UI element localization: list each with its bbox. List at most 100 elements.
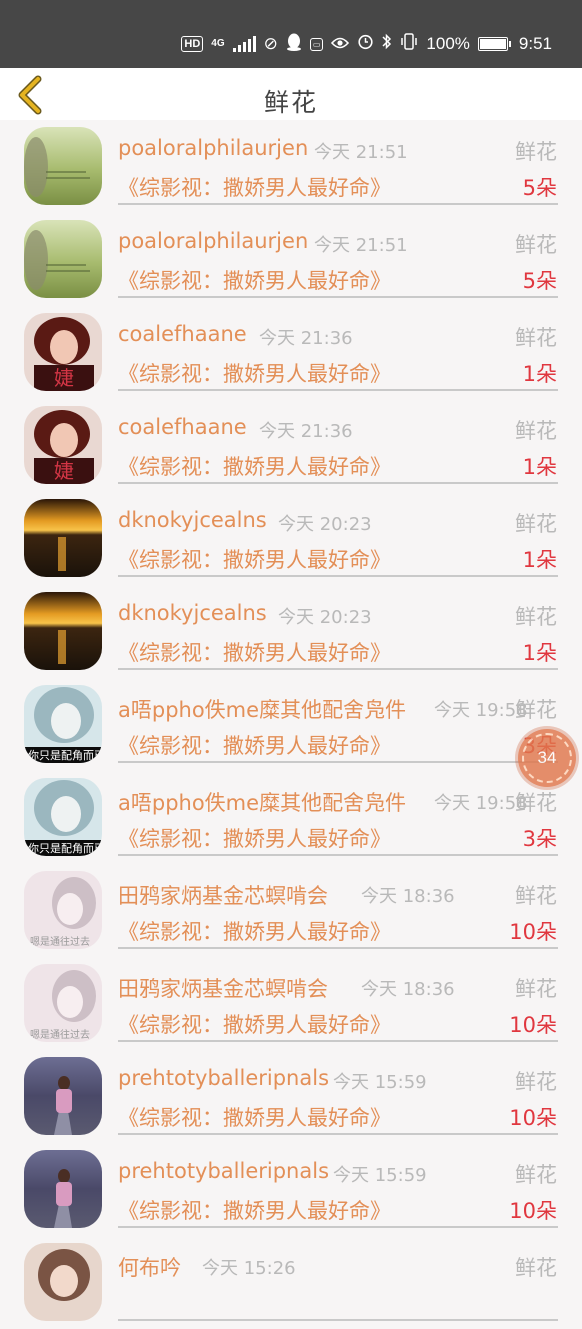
user-name[interactable]: 田鸦家炳基金芯螟啃会: [118, 880, 328, 910]
user-name[interactable]: prehtotyballeripnals: [118, 1159, 329, 1183]
svg-text:嗯是通往过去: 嗯是通往过去: [30, 1028, 90, 1041]
book-title[interactable]: 《综影视：撒娇男人最好命》: [118, 451, 391, 481]
row-divider: [118, 1319, 558, 1321]
gift-record-row[interactable]: 何布吟 今天 15:26 鲜花: [0, 1236, 582, 1329]
svg-text:婕: 婕: [54, 459, 74, 483]
gift-record-row[interactable]: 嗯是通往过去 田鸦家炳基金芯螟啃会 今天 18:36 鲜花 《综影视：撒娇男人最好命》 1…: [0, 864, 582, 957]
flower-count: 10朵: [509, 1106, 557, 1130]
gift-time: 今天 19:58: [434, 793, 528, 814]
status-bar: HD 4G ⊘ ▭ 100% 9:51: [0, 0, 582, 68]
flower-count: 5朵: [522, 176, 557, 200]
gift-type-label: 鲜花: [515, 698, 557, 722]
alarm-icon: [357, 33, 374, 55]
gift-type-label: 鲜花: [515, 791, 557, 815]
book-title[interactable]: 《综影视：撒娇男人最好命》: [118, 172, 391, 202]
book-title[interactable]: 《综影视：撒娇男人最好命》: [118, 1009, 391, 1039]
svg-text:你只是配角而已: 你只是配角而已: [28, 749, 102, 762]
row-divider: [118, 296, 558, 298]
book-title[interactable]: 《综影视：撒娇男人最好命》: [118, 1195, 391, 1225]
user-name[interactable]: a唔ppho佚me糜其他配舍凫件: [118, 694, 406, 724]
gift-record-row[interactable]: prehtotyballeripnals 今天 15:59 鲜花 《综影视：撒娇男人最…: [0, 1143, 582, 1236]
gift-record-row[interactable]: 婕 coalefhaane 今天 21:36 鲜花 《综影视：撒娇男人最好命》 1朵: [0, 306, 582, 399]
book-title[interactable]: 《综影视：撒娇男人最好命》: [118, 823, 391, 853]
flower-count: 10朵: [509, 920, 557, 944]
flower-count: 10朵: [509, 1199, 557, 1223]
svg-text:嗯是通往过去: 嗯是通往过去: [30, 935, 90, 948]
user-name[interactable]: dknokyjcealns: [118, 508, 267, 532]
user-avatar[interactable]: 婕: [24, 406, 102, 484]
network-type-label: 4G: [211, 38, 225, 49]
user-avatar[interactable]: 婕: [24, 313, 102, 391]
book-title[interactable]: 《综影视：撒娇男人最好命》: [118, 265, 391, 295]
status-icons: HD 4G ⊘ ▭ 100% 9:51: [181, 32, 552, 56]
row-divider: [118, 575, 558, 577]
book-title[interactable]: 《综影视：撒娇男人最好命》: [118, 916, 391, 946]
svg-text:婕: 婕: [54, 366, 74, 390]
qq-icon: [286, 33, 302, 56]
user-name[interactable]: a唔ppho佚me糜其他配舍凫件: [118, 787, 406, 817]
user-avatar[interactable]: 嗯是通往过去: [24, 964, 102, 1042]
user-name[interactable]: poaloralphilaurjen: [118, 136, 308, 160]
book-title[interactable]: 《综影视：撒娇男人最好命》: [118, 358, 391, 388]
gift-record-row[interactable]: prehtotyballeripnals 今天 15:59 鲜花《综影视：撒娇男人最…: [0, 1050, 582, 1143]
user-avatar[interactable]: [24, 1057, 102, 1135]
row-divider: [118, 854, 558, 856]
gift-record-row[interactable]: dknokyjcealns 今天 20:23 鲜花 《综影视：撒娇男人最好命》 1朵: [0, 492, 582, 585]
battery-icon: [477, 37, 511, 51]
gift-time: 今天 20:23: [278, 607, 372, 628]
clock: 9:51: [518, 34, 552, 53]
user-avatar[interactable]: 你只是配角而已: [24, 778, 102, 856]
gift-record-row[interactable]: poaloralphilaurjen 今天 21:51 鲜花 《综影视：撒娇男人最好命…: [0, 213, 582, 306]
flower-count: 1朵: [522, 641, 557, 665]
user-avatar[interactable]: [24, 592, 102, 670]
gift-time: 今天 21:51: [314, 142, 408, 163]
row-divider: [118, 1226, 558, 1228]
gift-type-label: 鲜花: [515, 1070, 557, 1094]
gift-record-row[interactable]: 你只是配角而已 a唔ppho佚me糜其他配舍凫件 今天 19:58 鲜花《综影视：撒娇…: [0, 771, 582, 864]
book-title[interactable]: 《综影视：撒娇男人最好命》: [118, 637, 391, 667]
row-divider: [118, 389, 558, 391]
gift-record-row[interactable]: 你只是配角而已 a唔ppho佚me糜其他配舍凫件 今天 19:58 鲜花 《综影视：撒娇…: [0, 678, 582, 771]
gift-time: 今天 20:23: [278, 514, 372, 535]
user-avatar[interactable]: [24, 127, 102, 205]
user-avatar[interactable]: [24, 1243, 102, 1321]
user-avatar[interactable]: [24, 1150, 102, 1228]
book-title[interactable]: 《综影视：撒娇男人最好命》: [118, 1102, 391, 1132]
row-divider: [118, 668, 558, 670]
gift-time: 今天 18:36: [361, 886, 455, 907]
flower-count: 10朵: [509, 1013, 557, 1037]
gift-type-label: 鲜花: [515, 512, 557, 536]
gift-time: 今天 15:59: [333, 1072, 427, 1093]
book-title[interactable]: 《综影视：撒娇男人最好命》: [118, 730, 391, 760]
row-divider: [118, 947, 558, 949]
gift-type-label: 鲜花: [515, 233, 557, 257]
user-avatar[interactable]: 你只是配角而已: [24, 685, 102, 763]
book-title[interactable]: 《综影视：撒娇男人最好命》: [118, 544, 391, 574]
flower-count: 1朵: [522, 455, 557, 479]
gift-type-label: 鲜花: [515, 140, 557, 164]
user-name[interactable]: 田鸦家炳基金芯螟啃会: [118, 973, 328, 1003]
gift-record-row[interactable]: dknokyjcealns 今天 20:23 鲜花《综影视：撒娇男人最好命》 1朵: [0, 585, 582, 678]
floating-timer-button[interactable]: 34: [518, 729, 576, 787]
user-name[interactable]: 何布吟: [118, 1252, 181, 1282]
nav-bar: 鲜花: [0, 68, 582, 120]
gift-time: 今天 15:59: [333, 1165, 427, 1186]
flower-count: 3朵: [522, 827, 557, 851]
gift-record-row[interactable]: 婕 coalefhaane 今天 21:36 鲜花 《综影视：撒娇男人最好命》 1朵: [0, 399, 582, 492]
no-disturb-icon: ⊘: [263, 34, 278, 53]
user-avatar[interactable]: [24, 499, 102, 577]
signal-icon: [232, 36, 256, 52]
user-name[interactable]: prehtotyballeripnals: [118, 1066, 329, 1090]
gift-record-row[interactable]: 嗯是通往过去 田鸦家炳基金芯螟啃会 今天 18:36 鲜花 《综影视：撒娇男人最好命》 1…: [0, 957, 582, 1050]
row-divider: [118, 203, 558, 205]
user-name[interactable]: poaloralphilaurjen: [118, 229, 308, 253]
gift-record-row[interactable]: poaloralphilaurjen 今天 21:51 鲜花《综影视：撒娇男人最好命…: [0, 120, 582, 213]
user-name[interactable]: coalefhaane: [118, 415, 247, 439]
gift-type-label: 鲜花: [515, 977, 557, 1001]
hd-icon: HD: [181, 36, 204, 52]
user-name[interactable]: dknokyjcealns: [118, 601, 267, 625]
user-avatar[interactable]: 嗯是通往过去: [24, 871, 102, 949]
user-name[interactable]: coalefhaane: [118, 322, 247, 346]
user-avatar[interactable]: [24, 220, 102, 298]
gift-type-label: 鲜花: [515, 605, 557, 629]
